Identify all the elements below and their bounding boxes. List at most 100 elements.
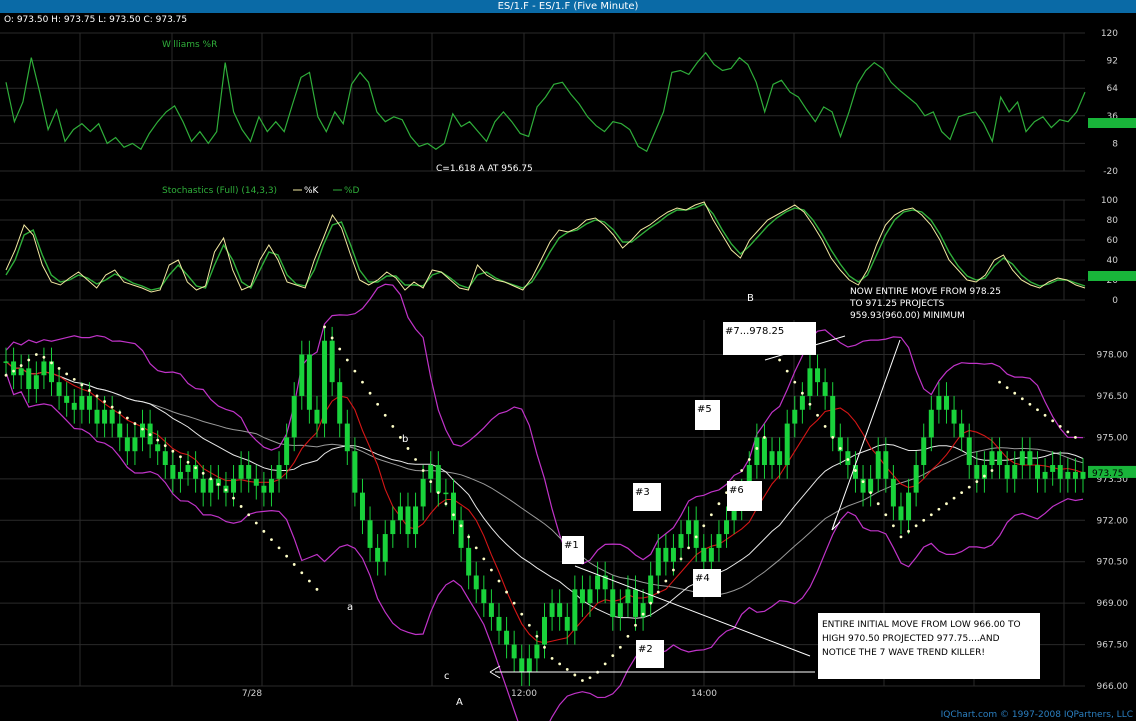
candle — [496, 603, 502, 645]
sar-dot — [945, 502, 948, 506]
candle-body — [344, 423, 350, 452]
candle — [959, 409, 965, 452]
candle — [739, 478, 745, 521]
candle — [936, 382, 942, 424]
wave-label-c: c — [444, 671, 450, 682]
candle — [845, 437, 851, 479]
sar-dot — [535, 634, 539, 638]
candle-body — [701, 547, 707, 562]
sar-dot — [254, 521, 258, 525]
wave-box-label-n6: #6 — [729, 485, 744, 496]
sar-dot — [1058, 424, 1062, 428]
candle — [686, 506, 692, 548]
sar-dot — [133, 422, 137, 425]
candle-body — [390, 520, 396, 535]
arrow-line-to-7 — [764, 335, 846, 361]
candle — [837, 423, 843, 466]
williams-line — [5, 51, 1086, 153]
sar-dot — [88, 389, 91, 392]
candle-body — [276, 465, 282, 479]
candle — [693, 506, 699, 562]
candle-body — [519, 658, 525, 673]
candle — [390, 506, 396, 548]
chart-canvas: Williams %R 1209264368-20 Stochastics (F… — [0, 29, 1136, 721]
candle-body — [852, 465, 858, 479]
candle — [602, 561, 608, 604]
candle-body — [86, 395, 92, 410]
note-top-line: NOW ENTIRE MOVE FROM 978.25 — [850, 287, 1001, 297]
candle-body — [132, 437, 138, 452]
candle — [26, 354, 32, 403]
candle-body — [837, 437, 843, 452]
candle-body — [761, 437, 767, 466]
candle-body — [731, 506, 737, 521]
candle — [405, 492, 411, 548]
sar-dot — [194, 466, 198, 470]
candle — [223, 471, 229, 507]
sar-dot — [914, 524, 918, 528]
candle-body — [974, 465, 980, 479]
candle — [974, 451, 980, 493]
candle — [208, 465, 214, 507]
sar-dot — [414, 458, 417, 461]
candle-body — [959, 423, 965, 438]
candle — [314, 395, 320, 438]
note-top-line: TO 971.25 PROJECTS — [849, 299, 945, 309]
candle-body — [625, 589, 631, 604]
sar-dot — [565, 668, 569, 671]
sar-dot — [323, 325, 326, 329]
candle — [473, 561, 479, 604]
sar-dot — [702, 524, 706, 528]
sar-dot — [800, 391, 804, 395]
candle-body — [1004, 465, 1010, 479]
candle — [1004, 451, 1010, 493]
candle-body — [989, 451, 995, 466]
sar-dot — [262, 529, 266, 533]
candle-body — [382, 534, 388, 562]
sar-dot — [34, 353, 38, 356]
sar-dot — [823, 424, 827, 428]
candle — [981, 451, 987, 493]
candle-body — [898, 506, 904, 521]
note-bottom-line: HIGH 970.50 PROJECTED 977.75....AND — [822, 634, 1000, 644]
candle-body — [329, 340, 335, 383]
candle — [79, 382, 85, 424]
sar-dot — [315, 587, 319, 591]
candle — [1050, 451, 1056, 486]
candle-body — [1065, 471, 1071, 479]
candle-body — [640, 603, 646, 617]
candle-body — [784, 423, 790, 466]
sar-dot — [72, 377, 76, 381]
sar-dot — [444, 502, 448, 506]
candle-body — [966, 437, 972, 466]
candle-body — [1019, 451, 1025, 466]
sar-dot — [1028, 402, 1032, 406]
candle — [761, 423, 767, 479]
sar-dot — [747, 458, 751, 461]
candle-body — [375, 547, 381, 562]
candle-body — [488, 603, 494, 617]
candle-body — [693, 520, 699, 548]
wave-label-a: a — [347, 602, 353, 613]
sar-dot — [929, 513, 933, 517]
candle — [852, 451, 858, 493]
sar-dot — [550, 656, 554, 660]
sar-dot — [103, 400, 106, 403]
candle — [132, 423, 138, 466]
candle-body — [26, 368, 32, 390]
candle-body — [883, 451, 889, 479]
candle-body — [124, 437, 130, 452]
williams-y-tick: 64 — [1107, 84, 1119, 94]
sar-dot — [307, 579, 311, 583]
sar-dot — [1066, 430, 1070, 434]
candle-body — [322, 340, 328, 424]
sar-dot — [57, 366, 61, 370]
wave-box-n1 — [562, 536, 584, 564]
sar-dot — [581, 679, 584, 682]
sar-dot — [406, 447, 410, 450]
arrowhead — [831, 517, 837, 531]
candle — [231, 465, 237, 507]
sar-dot — [634, 623, 637, 627]
candle — [102, 395, 108, 438]
candle-body — [291, 395, 297, 438]
